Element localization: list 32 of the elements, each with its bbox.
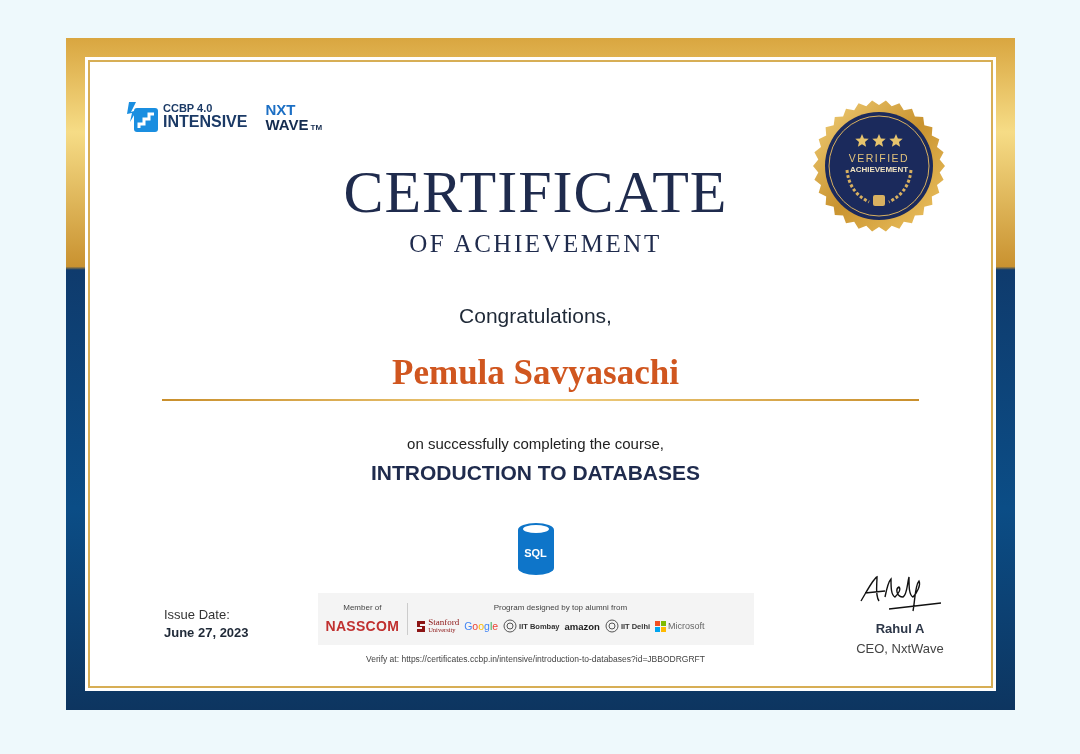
star-icon: [855, 134, 869, 148]
member-label: Member of: [343, 603, 382, 612]
certificate-title: CERTIFICATE: [343, 162, 728, 222]
star-icon: [889, 134, 903, 148]
course-name: INTRODUCTION TO DATABASES: [371, 460, 700, 485]
issue-date-label: Issue Date:: [164, 606, 231, 622]
logo-text: WAVE: [265, 116, 309, 132]
windows-squares-icon: [655, 620, 667, 632]
star-icon: [872, 134, 886, 148]
partner-logo: Microsoft: [668, 621, 705, 631]
emblem-icon: [604, 619, 619, 633]
member-logo: NASSCOM: [325, 618, 400, 634]
trademark-mark: TM: [310, 123, 323, 132]
logo-text: CCBP 4.0: [163, 103, 214, 114]
greeting-text: Congratulations,: [459, 304, 612, 328]
verify-text: Verify at: https://certificates.ccbp.in/intensive/introduction-to-databases?id=JBBODRGRFT: [366, 653, 705, 664]
logo-text: INTENSIVE: [163, 114, 248, 130]
intro-text: on successfully completing the course,: [407, 434, 664, 452]
signatory-role: CEO, NxtWave: [856, 640, 944, 656]
alumni-label: Program designed by top alumni from: [493, 603, 628, 613]
emblem-icon: [503, 619, 518, 633]
signatory-name: Rahul A: [875, 620, 925, 636]
partner-logo: Google: [464, 620, 499, 632]
partner-logo: amazon: [564, 620, 600, 632]
seal-text: ACHIEVEMENT: [849, 165, 909, 174]
seal-text: VERIFIED: [848, 152, 910, 164]
stairs-logo-icon: [126, 100, 159, 133]
issue-date: June 27, 2023: [164, 624, 250, 640]
certificate-subtitle: OF ACHIEVEMENT: [409, 230, 662, 258]
logo-text: NXT: [265, 101, 297, 117]
database-icon: SQL: [517, 522, 554, 575]
recipient-name: Pemula Savyasachi: [392, 354, 679, 393]
